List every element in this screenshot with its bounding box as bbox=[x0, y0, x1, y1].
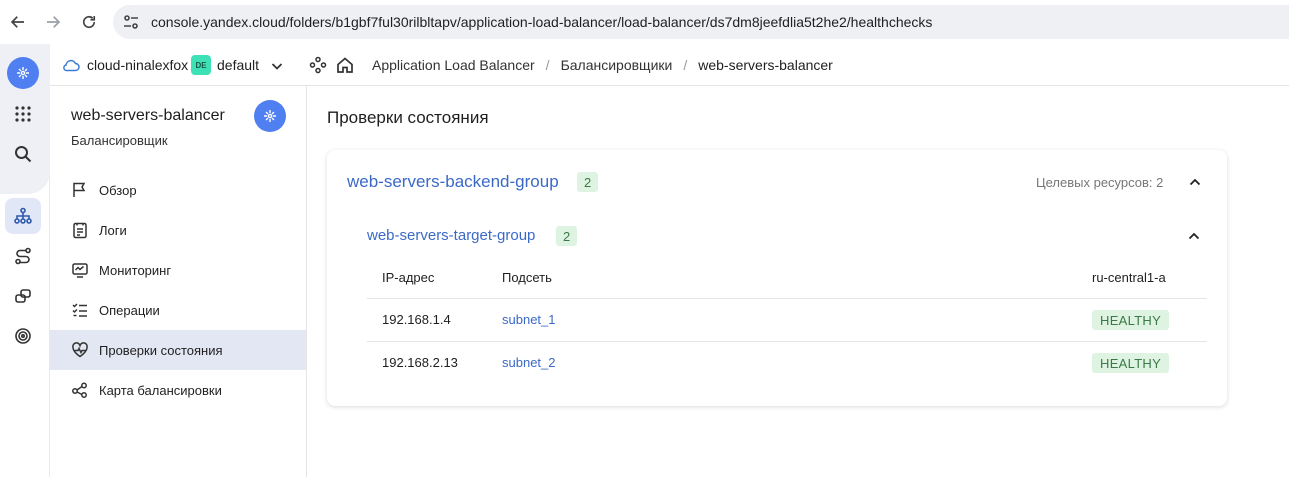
page-title: Проверки состояния bbox=[327, 108, 489, 127]
ip-address: 192.168.1.4 bbox=[382, 312, 451, 327]
breadcrumb-separator: / bbox=[545, 57, 550, 73]
url-text[interactable]: console.yandex.cloud/folders/b1gbf7ful30… bbox=[151, 14, 932, 30]
breadcrumb: Application Load Balancer / Балансировщи… bbox=[372, 57, 833, 73]
apps-grid-icon[interactable] bbox=[5, 96, 41, 132]
subnet-link[interactable]: subnet_1 bbox=[502, 312, 556, 327]
list-check-icon bbox=[72, 303, 87, 317]
sidebar-item-operations[interactable]: Операции bbox=[50, 290, 306, 330]
divider bbox=[367, 298, 1207, 299]
sidebar-item-label: Проверки состояния bbox=[99, 342, 223, 358]
heartbeat-icon bbox=[72, 342, 88, 358]
logs-icon bbox=[73, 222, 87, 239]
search-icon[interactable] bbox=[5, 136, 41, 172]
status-badge: HEALTHY bbox=[1092, 353, 1170, 373]
backend-group-count-badge: 2 bbox=[577, 172, 599, 192]
target-group-link[interactable]: web-servers-target-group bbox=[367, 227, 535, 244]
service-icon bbox=[254, 100, 286, 132]
back-icon[interactable] bbox=[2, 6, 34, 38]
subnet-link[interactable]: subnet_2 bbox=[502, 355, 556, 370]
resource-title: web-servers-balancer bbox=[71, 107, 225, 124]
sidebar-item-label: Логи bbox=[99, 222, 127, 238]
reload-icon[interactable] bbox=[73, 6, 105, 38]
target-icon[interactable] bbox=[5, 318, 41, 354]
graph-icon bbox=[72, 382, 87, 398]
flag-icon bbox=[73, 182, 86, 197]
divider bbox=[367, 341, 1207, 342]
column-header-zone: ru-central1-a bbox=[1092, 270, 1166, 285]
app-header: cloud-ninalexfox DE default Application … bbox=[50, 44, 1289, 86]
browser-toolbar: console.yandex.cloud/folders/b1gbf7ful30… bbox=[0, 0, 1289, 44]
forward-icon[interactable] bbox=[37, 6, 69, 38]
breadcrumb-current[interactable]: web-servers-balancer bbox=[698, 57, 833, 73]
yandex-cloud-logo[interactable] bbox=[7, 57, 39, 89]
sidebar-item-logs[interactable]: Логи bbox=[50, 210, 306, 250]
chevron-up-icon[interactable] bbox=[1187, 229, 1201, 243]
breadcrumb-separator: / bbox=[683, 57, 688, 73]
ip-address: 192.168.2.13 bbox=[382, 355, 458, 370]
resource-sidebar: web-servers-balancer Балансировщик Обзор… bbox=[50, 86, 307, 477]
breadcrumb-item[interactable]: Application Load Balancer bbox=[372, 57, 535, 73]
backend-group-link[interactable]: web-servers-backend-group bbox=[347, 172, 559, 192]
sidebar-item-overview[interactable]: Обзор bbox=[50, 170, 306, 210]
monitor-icon bbox=[72, 263, 88, 278]
routes-icon[interactable] bbox=[5, 238, 41, 274]
sidebar-item-healthchecks[interactable]: Проверки состояния bbox=[50, 330, 306, 370]
status-badge: HEALTHY bbox=[1092, 310, 1170, 330]
sidebar-item-monitoring[interactable]: Мониторинг bbox=[50, 250, 306, 290]
cloud-selector[interactable]: cloud-ninalexfox bbox=[87, 57, 188, 73]
load-balancer-icon[interactable] bbox=[5, 198, 41, 234]
breadcrumb-item[interactable]: Балансировщики bbox=[561, 57, 673, 73]
target-group-count-badge: 2 bbox=[556, 226, 578, 246]
targets-count: Целевых ресурсов: 2 bbox=[1036, 175, 1164, 190]
folder-badge: DE bbox=[191, 55, 211, 75]
resource-type: Балансировщик bbox=[71, 133, 168, 148]
chevron-down-icon[interactable] bbox=[270, 59, 284, 73]
folder-selector[interactable]: default bbox=[217, 57, 259, 73]
site-settings-icon[interactable] bbox=[123, 14, 139, 30]
sidebar-item-label: Операции bbox=[99, 302, 160, 318]
sidebar-item-label: Карта балансировки bbox=[99, 382, 222, 398]
column-header-ip: IP-адрес bbox=[382, 270, 435, 285]
chevron-up-icon[interactable] bbox=[1188, 175, 1202, 189]
healthcheck-card: web-servers-backend-group 2 Целевых ресу… bbox=[327, 150, 1227, 406]
address-bar[interactable]: console.yandex.cloud/folders/b1gbf7ful30… bbox=[113, 5, 1289, 39]
cloud-icon bbox=[63, 59, 80, 72]
sidebar-item-label: Обзор bbox=[99, 182, 137, 198]
sidebar-item-balancing-map[interactable]: Карта балансировки bbox=[50, 370, 306, 410]
nodes-icon[interactable] bbox=[309, 56, 327, 74]
home-icon[interactable] bbox=[336, 56, 354, 74]
column-header-subnet: Подсеть bbox=[502, 270, 552, 285]
sidebar-item-label: Мониторинг bbox=[99, 262, 172, 278]
left-rail bbox=[0, 44, 50, 477]
certificates-icon[interactable] bbox=[5, 278, 41, 314]
